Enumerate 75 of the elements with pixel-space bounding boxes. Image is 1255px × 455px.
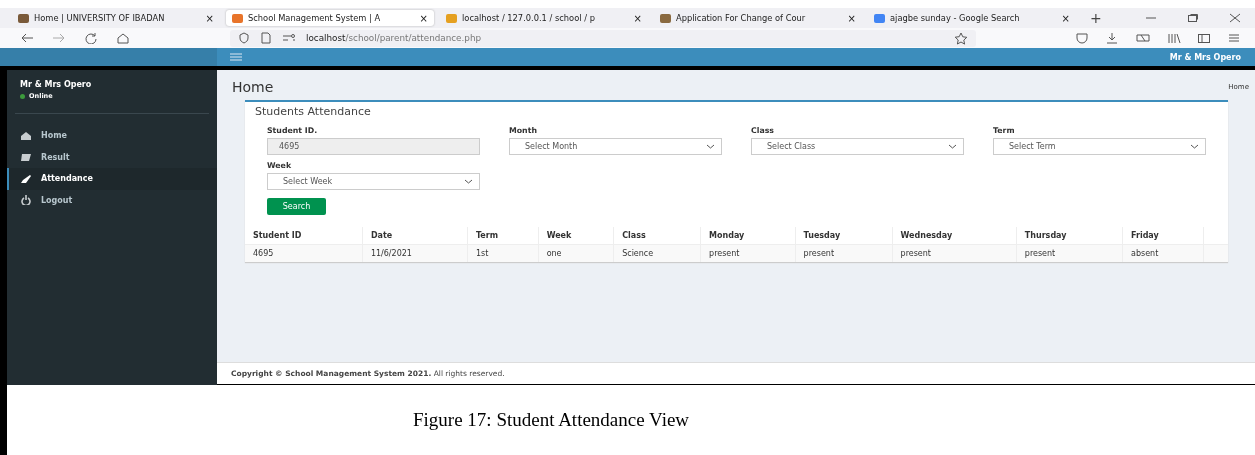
book-icon [20, 152, 32, 163]
status-dot [20, 93, 25, 99]
student-id-field[interactable]: 4695 [267, 138, 480, 155]
close-icon[interactable]: × [1061, 12, 1070, 24]
pencil-icon [20, 173, 32, 184]
select-field[interactable]: Select Week [267, 173, 480, 190]
restore-icon[interactable] [1187, 13, 1199, 23]
page-icon [260, 32, 272, 44]
table-cell: one [538, 244, 614, 262]
download-icon[interactable] [1105, 32, 1119, 44]
table-cell: 11/6/2021 [362, 244, 468, 262]
column-header: Class [613, 227, 701, 245]
search-button[interactable]: Search [267, 198, 326, 215]
shield-icon [238, 32, 250, 44]
table-cell: 4695 [245, 244, 363, 262]
sidebar-item[interactable]: Attendance [7, 168, 217, 190]
column-header: Thursday [1016, 227, 1123, 245]
sidebar-item[interactable]: Logout [7, 189, 217, 211]
select-field[interactable]: Select Class [751, 138, 964, 155]
user-name[interactable]: Mr & Mrs Opero [1169, 52, 1241, 62]
column-header: Wednesday [892, 227, 1017, 245]
reload-icon[interactable] [84, 32, 98, 44]
favicon-icon [18, 13, 29, 23]
figure-caption: Figure 17: Student Attendance View [413, 409, 690, 431]
close-icon[interactable] [1229, 13, 1241, 23]
home-icon [20, 130, 32, 141]
close-icon[interactable]: × [205, 12, 214, 24]
favicon-icon [232, 13, 243, 23]
chevron-icon [1190, 144, 1199, 149]
page-title: Home [232, 79, 274, 95]
sidebar-icon[interactable] [1197, 32, 1211, 44]
browser-tab[interactable]: localhost / 127.0.0.1 / school / p × [440, 10, 648, 26]
browser-tab[interactable]: Application For Change of Cour × [654, 10, 862, 26]
close-icon[interactable]: × [419, 12, 428, 24]
column-header: Date [362, 227, 468, 245]
close-icon[interactable]: × [633, 12, 642, 24]
back-icon[interactable] [20, 32, 34, 44]
favicon-icon [874, 13, 885, 23]
table-cell: absent [1122, 244, 1204, 262]
column-header: Student ID [245, 227, 363, 245]
table-cell: Science [613, 244, 701, 262]
address-bar[interactable]: localhost/school/parent/attendance.php [230, 29, 976, 47]
chevron-icon [948, 144, 957, 149]
table-cell: present [892, 244, 1017, 262]
sidebar-item[interactable]: Home [7, 125, 217, 147]
column-header: Monday [700, 227, 796, 245]
column-header: Term [467, 227, 539, 245]
new-tab-button[interactable]: + [1090, 10, 1102, 26]
sidebar-item[interactable]: Result [7, 146, 217, 168]
extension-icon[interactable] [1135, 32, 1151, 44]
select-field[interactable]: Select Month [509, 138, 722, 155]
column-header: Week [538, 227, 614, 245]
chevron-icon [464, 179, 473, 184]
card-title: Students Attendance [255, 105, 372, 118]
pocket-icon[interactable] [1075, 32, 1089, 44]
browser-tab[interactable]: School Management System | A × [226, 10, 434, 26]
home-icon[interactable] [116, 32, 130, 44]
permissions-icon [282, 32, 296, 44]
browser-tab[interactable]: Home | UNIVERSITY OF IBADAN × [12, 10, 220, 26]
chevron-icon [706, 144, 715, 149]
table-cell: present [795, 244, 893, 262]
column-header: Friday [1122, 227, 1204, 245]
browser-tab[interactable]: ajagbe sunday - Google Search × [868, 10, 1076, 26]
library-icon[interactable] [1167, 32, 1181, 44]
select-field[interactable]: Select Term [993, 138, 1206, 155]
table-cell: present [1016, 244, 1123, 262]
table-cell: present [700, 244, 796, 262]
power-icon [20, 195, 32, 206]
favicon-icon [660, 13, 671, 23]
close-icon[interactable]: × [847, 12, 856, 24]
table-cell: 1st [467, 244, 539, 262]
column-header: Tuesday [795, 227, 893, 245]
favicon-icon [446, 13, 457, 23]
user-name: Mr & Mrs Opero [20, 80, 93, 89]
star-icon[interactable] [954, 31, 968, 45]
